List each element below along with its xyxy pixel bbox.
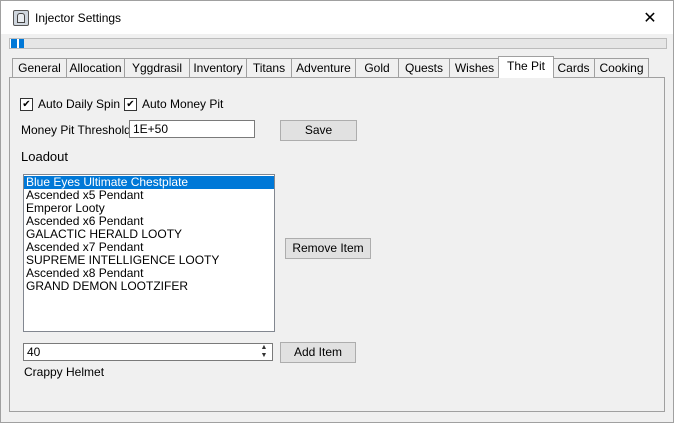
list-item[interactable]: GRAND DEMON LOOTZIFER xyxy=(24,280,274,293)
threshold-input[interactable]: 1E+50 xyxy=(129,120,255,138)
close-icon: ✕ xyxy=(643,9,657,27)
tab-gold[interactable]: Gold xyxy=(355,58,399,77)
tab-allocation[interactable]: Allocation xyxy=(66,58,125,77)
chevron-up-icon[interactable]: ▲ xyxy=(256,344,272,352)
checkmark-icon[interactable]: ✔ xyxy=(124,97,137,111)
tab-titans[interactable]: Titans xyxy=(246,58,292,77)
stepper-buttons: ▲ ▼ xyxy=(256,344,272,360)
close-button[interactable]: ✕ xyxy=(627,1,673,34)
save-button[interactable]: Save xyxy=(280,120,357,141)
item-id-value[interactable]: 40 xyxy=(27,345,40,359)
app-icon xyxy=(13,10,29,26)
remove-item-button[interactable]: Remove Item xyxy=(285,238,371,259)
tab-the-pit[interactable]: The Pit xyxy=(498,56,554,78)
progress-bar xyxy=(9,38,667,49)
tab-cards[interactable]: Cards xyxy=(552,58,595,77)
tab-cooking[interactable]: Cooking xyxy=(594,58,649,77)
auto-daily-spin-label: Auto Daily Spin xyxy=(38,97,121,111)
progress-fill xyxy=(10,39,25,48)
tab-yggdrasil[interactable]: Yggdrasil xyxy=(124,58,190,77)
loadout-listbox[interactable]: Blue Eyes Ultimate Chestplate Ascended x… xyxy=(23,174,275,332)
title-bar: Injector Settings ✕ xyxy=(1,1,673,34)
checkmark-icon[interactable]: ✔ xyxy=(20,97,33,111)
the-pit-panel: ✔ Auto Daily Spin ✔ Auto Money Pit Money… xyxy=(9,77,665,412)
chevron-down-icon[interactable]: ▼ xyxy=(256,352,272,360)
tab-wishes[interactable]: Wishes xyxy=(449,58,500,77)
settings-window: Injector Settings ✕ General Allocation Y… xyxy=(0,0,674,423)
loadout-label: Loadout xyxy=(21,149,68,164)
item-id-stepper[interactable]: 40 ▲ ▼ xyxy=(23,343,273,361)
tab-adventure[interactable]: Adventure xyxy=(291,58,356,77)
tab-inventory[interactable]: Inventory xyxy=(189,58,247,77)
tab-general[interactable]: General xyxy=(12,58,67,77)
add-item-button[interactable]: Add Item xyxy=(280,342,356,363)
item-name-label: Crappy Helmet xyxy=(24,365,105,379)
tab-quests[interactable]: Quests xyxy=(398,58,450,77)
auto-money-pit-label: Auto Money Pit xyxy=(142,97,224,111)
window-title: Injector Settings xyxy=(35,11,122,25)
auto-money-pit-checkbox[interactable]: ✔ Auto Money Pit xyxy=(124,97,223,111)
threshold-label: Money Pit Threshold xyxy=(21,123,131,137)
auto-daily-spin-checkbox[interactable]: ✔ Auto Daily Spin xyxy=(20,97,120,111)
